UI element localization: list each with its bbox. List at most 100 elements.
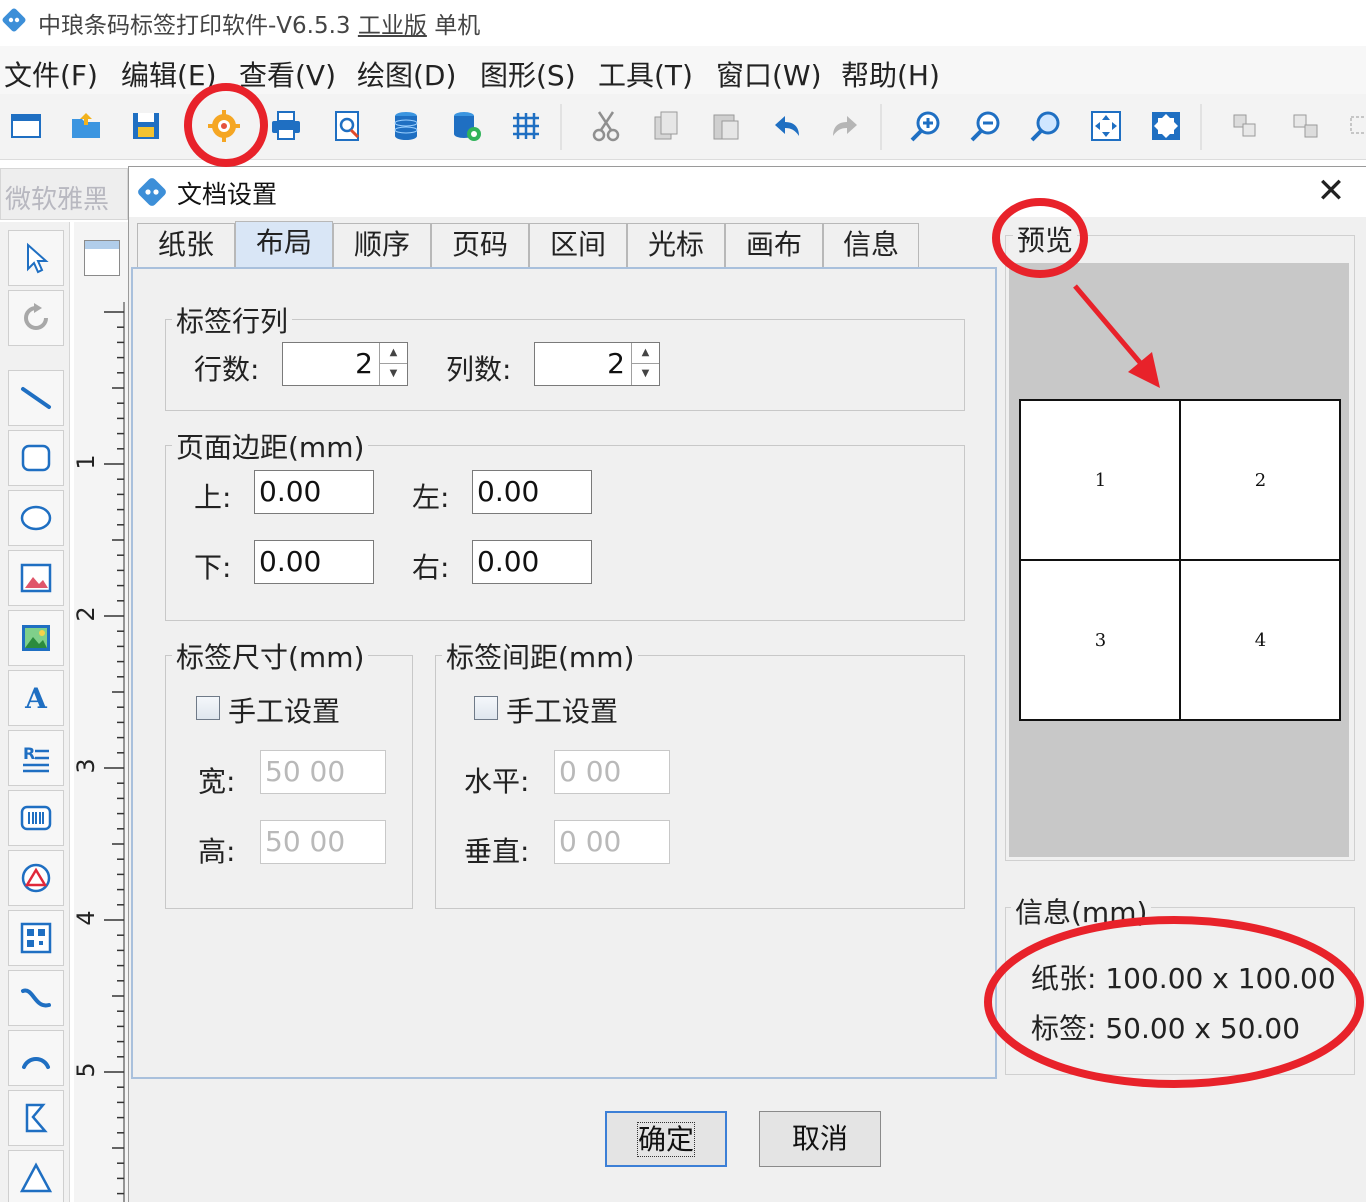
menu-help[interactable]: 帮助(H) [841,54,940,94]
zoom-in-icon[interactable] [908,108,944,144]
ellipse-tool-icon[interactable] [8,490,64,546]
triangle-tool-icon[interactable] [8,1150,64,1202]
tab-info[interactable]: 信息 [823,223,919,269]
line-tool-icon[interactable] [8,370,64,426]
text-tool-icon[interactable]: A [8,670,64,726]
rounded-rect-tool-icon[interactable] [8,430,64,486]
shape-tool-icon[interactable] [8,850,64,906]
print-preview-icon[interactable] [330,108,366,144]
rows-decrement-icon[interactable]: ▼ [379,364,407,385]
margin-bottom-input[interactable]: 0.00 [254,540,374,584]
font-selector[interactable]: 微软雅黑 [0,168,128,220]
fit-page-icon[interactable] [1088,108,1124,144]
ungroup-icon[interactable] [1288,108,1324,144]
arc-tool-icon[interactable] [8,1030,64,1086]
ruler-label: 5 [74,1062,100,1077]
cancel-button-label: 取消 [791,1122,848,1155]
database-settings-icon[interactable] [448,108,484,144]
margin-right-input[interactable]: 0.00 [472,540,592,584]
toolbar-separator [560,104,562,150]
zoom-out-icon[interactable] [968,108,1004,144]
spacing-vertical-input[interactable]: 0 00 [554,820,670,864]
margin-left-input[interactable]: 0.00 [472,470,592,514]
dialog-title-bar: 文档设置 ✕ [129,167,1366,217]
menu-file[interactable]: 文件(F) [4,54,98,94]
document-settings-icon[interactable] [206,108,242,144]
select-tool-icon[interactable] [8,230,64,286]
label-width-input[interactable]: 50 00 [260,750,386,794]
polygon-tool-icon[interactable] [8,1090,64,1146]
document-settings-dialog: 文档设置 ✕ 纸张 布局 顺序 页码 区间 光标 画布 信息 标签行列 行数: … [128,166,1366,1202]
curve-tool-icon[interactable] [8,970,64,1026]
margin-left-label: 左: [412,481,450,514]
margin-bottom-label: 下: [194,551,232,584]
app-title: 中琅条码标签打印软件-V6.5.3 工业版 单机 [38,13,481,39]
tab-layout[interactable]: 布局 [235,221,333,269]
spacing-horizontal-input[interactable]: 0 00 [554,750,670,794]
app-logo-icon [2,8,26,32]
tab-cursor[interactable]: 光标 [627,223,725,269]
menu-draw[interactable]: 绘图(D) [357,54,456,94]
rows-increment-icon[interactable]: ▲ [379,343,407,364]
paste-icon[interactable] [708,108,744,144]
toolbar [0,94,1366,160]
columns-value: 2 [607,347,625,380]
rotate-tool-icon[interactable] [8,290,64,346]
tab-page-number[interactable]: 页码 [431,223,529,269]
info-label-line: 标签: 50.00 x 50.00 [1031,1007,1300,1047]
label-height-input[interactable]: 50 00 [260,820,386,864]
ruler-label: 3 [74,758,100,773]
menu-window[interactable]: 窗口(W) [716,54,822,94]
info-label-value: 50.00 x 50.00 [1105,1012,1301,1045]
qrcode-tool-icon[interactable] [8,910,64,966]
tab-paper[interactable]: 纸张 [137,223,235,269]
label-size-manual-checkbox[interactable] [196,696,220,720]
zoom-fit-icon[interactable] [1028,108,1064,144]
cancel-button[interactable]: 取消 [759,1111,881,1167]
menu-shapes[interactable]: 图形(S) [480,54,576,94]
menu-edit[interactable]: 编辑(E) [121,54,217,94]
layout-tab-panel: 标签行列 行数: 2 ▲ ▼ 列数: 2 ▲ ▼ 页面边距(mm) 上: 0.0… [131,267,997,1079]
redo-icon[interactable] [828,108,864,144]
rows-stepper[interactable]: 2 ▲ ▼ [282,342,408,386]
label-size-manual-label: 手工设置 [228,695,341,728]
menu-tools[interactable]: 工具(T) [598,54,693,94]
group-icon[interactable] [1228,108,1264,144]
toolbar-separator [1200,104,1202,150]
save-icon[interactable] [128,108,164,144]
label-width-label: 宽: [198,765,236,798]
preview-title: 预览 [1013,219,1078,259]
ok-button[interactable]: 确定 [605,1111,727,1167]
barcode-tool-icon[interactable] [8,790,64,846]
picture-tool-icon[interactable] [8,610,64,666]
label-spacing-group: 标签间距(mm) 手工设置 水平: 0 00 垂直: 0 00 [435,636,965,909]
info-paper-line: 纸张: 100.00 x 100.00 [1031,957,1336,997]
columns-stepper[interactable]: 2 ▲ ▼ [534,342,660,386]
columns-increment-icon[interactable]: ▲ [631,343,659,364]
copy-icon[interactable] [648,108,684,144]
new-document-icon[interactable] [8,108,44,144]
cut-icon[interactable] [588,108,624,144]
menu-view[interactable]: 查看(V) [239,54,336,94]
close-icon[interactable]: ✕ [1311,171,1351,211]
info-label-label: 标签: [1031,1012,1097,1045]
image-frame-tool-icon[interactable] [8,550,64,606]
svg-text:R: R [23,744,35,763]
ruler-scale: 1 2 3 4 5 [74,302,125,1202]
actual-size-icon[interactable] [1148,108,1184,144]
label-spacing-manual-checkbox[interactable] [474,696,498,720]
columns-decrement-icon[interactable]: ▼ [631,364,659,385]
tab-order[interactable]: 顺序 [333,223,431,269]
dialog-app-icon [138,178,166,206]
open-folder-icon[interactable] [68,108,104,144]
margin-top-input[interactable]: 0.00 [254,470,374,514]
tab-canvas[interactable]: 画布 [725,223,823,269]
preview-grid-divider [1021,559,1339,561]
undo-icon[interactable] [768,108,804,144]
database-icon[interactable] [388,108,424,144]
grid-icon[interactable] [508,108,544,144]
print-icon[interactable] [268,108,304,144]
tab-range[interactable]: 区间 [529,223,627,269]
align-icon[interactable] [1342,108,1366,144]
rich-text-tool-icon[interactable]: R [8,730,64,786]
